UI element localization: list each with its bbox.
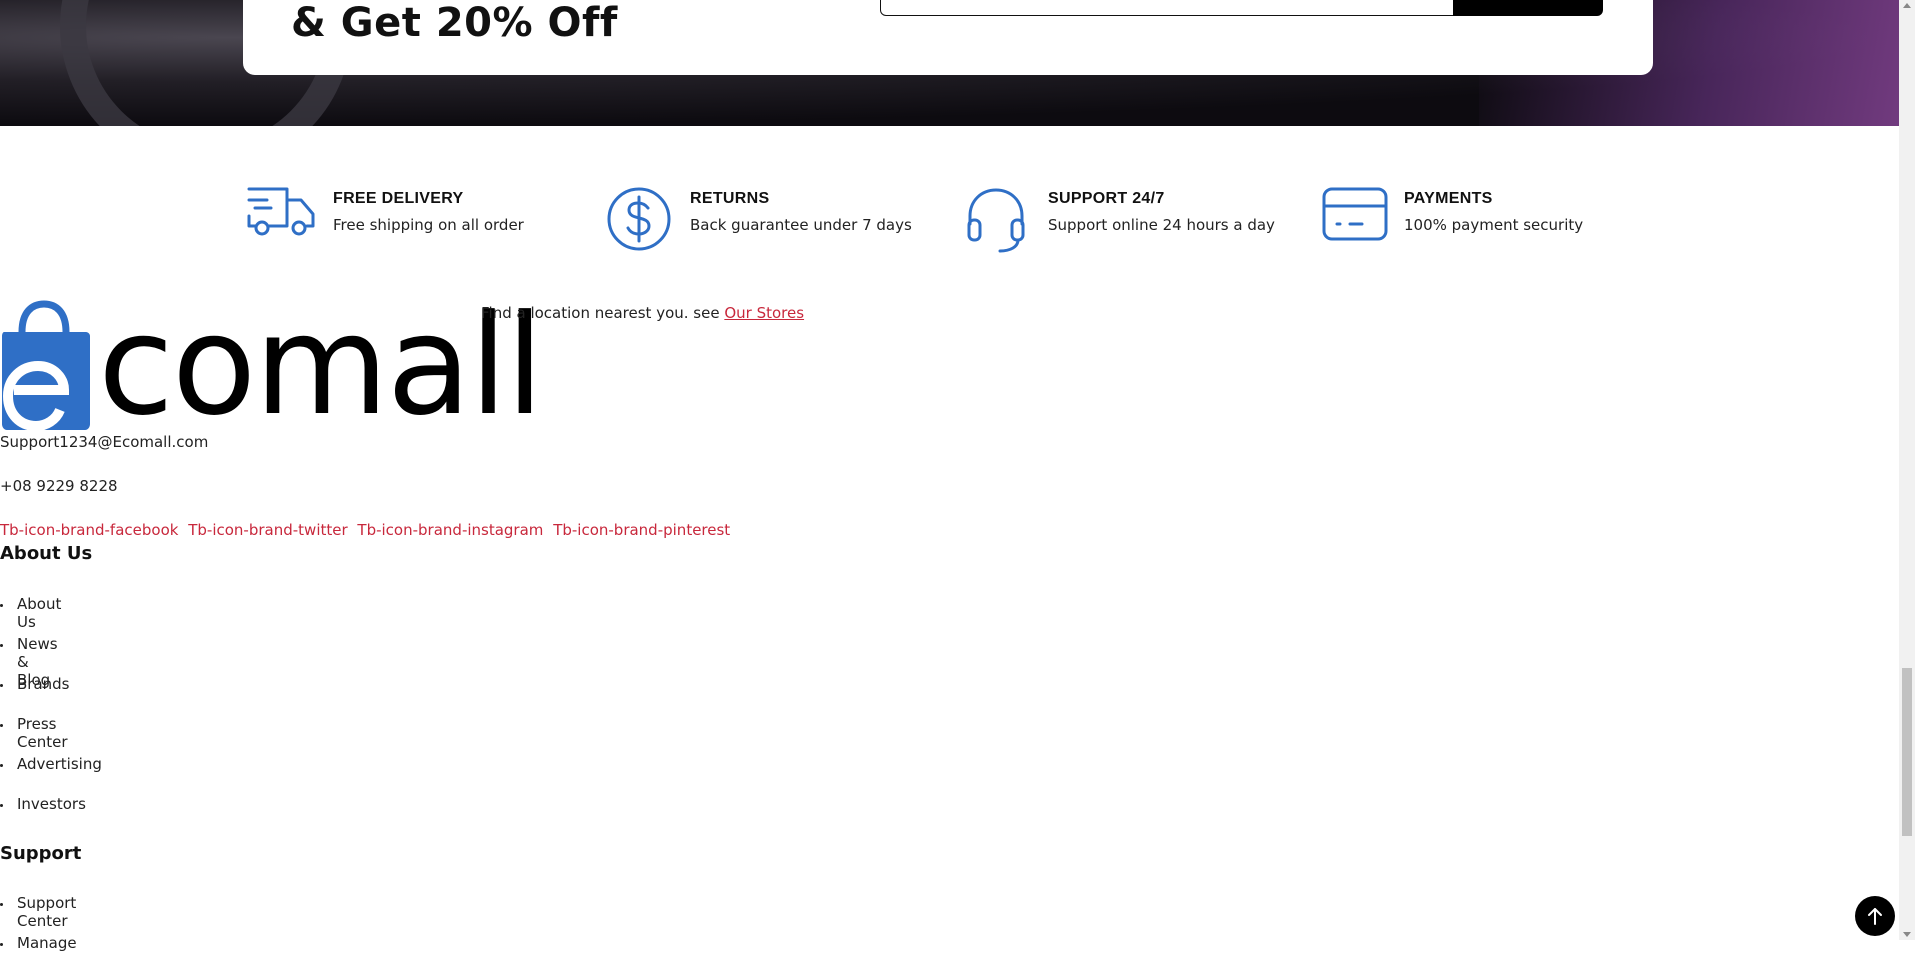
contact-phone[interactable]: +08 9229 8228 (0, 477, 118, 495)
feature-title: PAYMENTS (1404, 190, 1493, 207)
contact-email[interactable]: Support1234@Ecomall.com (0, 433, 208, 451)
dollar-circle-icon (607, 187, 671, 251)
about-us-heading: About Us (0, 543, 93, 564)
back-to-top-button[interactable] (1855, 896, 1895, 936)
store-locator-label: Find a location nearest you. see (481, 304, 725, 322)
our-stores-link[interactable]: Our Stores (724, 304, 804, 322)
arrow-up-icon (1868, 908, 1882, 925)
feature-subtitle: Support online 24 hours a day (1048, 216, 1275, 234)
feature-title: SUPPORT 24/7 (1048, 190, 1165, 207)
newsletter-card: & Get 20% Off (243, 0, 1653, 75)
scroll-down-arrow-icon[interactable] (1903, 932, 1911, 937)
feature-subtitle: 100% payment security (1404, 216, 1584, 234)
scroll-up-arrow-icon[interactable] (1903, 3, 1911, 8)
twitter-link[interactable]: Tb-icon-brand-twitter (188, 521, 347, 539)
delivery-truck-icon (247, 187, 315, 236)
newsletter-subscribe-button[interactable] (1453, 0, 1603, 16)
newsletter-title: & Get 20% Off (291, 0, 618, 46)
page-scrollbar[interactable] (1899, 0, 1915, 940)
feature-subtitle: Back guarantee under 7 days (690, 216, 912, 234)
credit-card-icon (1322, 187, 1388, 241)
ecomall-logo[interactable]: comall (0, 297, 544, 435)
store-locator-text: Find a location nearest you. see Our Sto… (481, 304, 804, 322)
feature-title: RETURNS (690, 190, 770, 207)
instagram-link[interactable]: Tb-icon-brand-instagram (357, 521, 543, 539)
logo-wordmark: comall (98, 285, 544, 446)
facebook-link[interactable]: Tb-icon-brand-facebook (0, 521, 178, 539)
newsletter-email-input[interactable] (880, 0, 1457, 16)
feature-strip: FREE DELIVERY Free shipping on all order… (247, 186, 1647, 256)
feature-subtitle: Free shipping on all order (333, 216, 524, 234)
scrollbar-thumb[interactable] (1902, 668, 1912, 836)
shopping-bag-logo-icon (2, 300, 90, 432)
newsletter-banner: & Get 20% Off (0, 0, 1899, 126)
feature-title: FREE DELIVERY (333, 190, 464, 207)
headset-icon (967, 188, 1025, 253)
support-heading: Support (0, 843, 82, 864)
pinterest-link[interactable]: Tb-icon-brand-pinterest (553, 521, 730, 539)
social-links: Tb-icon-brand-facebook Tb-icon-brand-twi… (0, 521, 735, 539)
